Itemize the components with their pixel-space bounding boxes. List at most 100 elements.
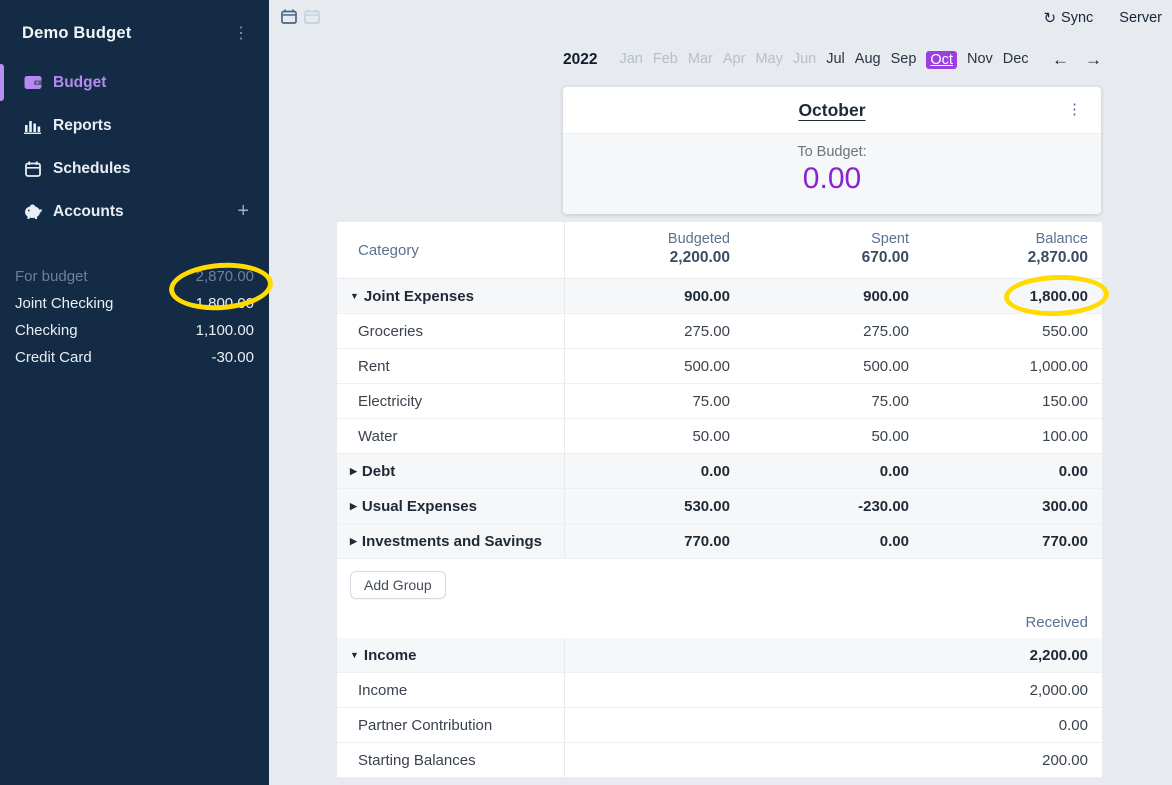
month-jun[interactable]: Jun [793,51,816,69]
piggy-bank-icon [23,203,42,221]
month-oct-selected[interactable]: Oct [926,51,957,69]
budget-table: Category Budgeted 2,200.00 Spent 670.00 … [337,222,1102,778]
add-group-button[interactable]: Add Group [350,571,446,599]
month-card-kebab-icon[interactable]: ⋮ [1067,100,1082,118]
month-jan[interactable]: Jan [619,51,642,69]
column-label: Balance [923,231,1088,247]
column-total: 2,200.00 [565,249,730,267]
budgeted-cell[interactable]: 530.00 [565,489,744,523]
received-header: Received [1025,614,1088,631]
sidebar-item-label: Budget [53,74,106,92]
chevron-down-icon[interactable]: ▼ [350,650,359,660]
budgeted-cell[interactable]: 75.00 [565,384,744,418]
month-mar[interactable]: Mar [688,51,713,69]
sidebar-item-budget[interactable]: Budget [0,61,269,104]
category-row-groceries[interactable]: Groceries 275.00 275.00 550.00 [337,314,1102,349]
group-row-income[interactable]: ▼ Income 2,200.00 [337,638,1102,673]
month-nov[interactable]: Nov [967,51,993,69]
group-name: Investments and Savings [362,533,542,550]
month-jul[interactable]: Jul [826,51,845,69]
calendar-two-months-icon[interactable] [304,9,320,24]
sidebar: Demo Budget ⋮ Budget Reports Schedules A… [0,0,269,785]
group-row-usual-expenses[interactable]: ▶Usual Expenses 530.00 -230.00 300.00 [337,489,1102,524]
server-button[interactable]: Server [1119,10,1162,26]
month-may[interactable]: May [755,51,782,69]
month-nav-arrows: ← → [1052,50,1102,70]
chevron-right-icon[interactable]: ▶ [350,536,357,547]
month-selector: 2022 Jan Feb Mar Apr May Jun Jul Aug Sep… [563,47,1102,73]
account-row-joint-checking[interactable]: Joint Checking 1,800.00 [0,290,269,317]
to-budget-value[interactable]: 0.00 [563,162,1101,196]
balance-cell: 0.00 [923,454,1102,488]
next-month-arrow-icon[interactable]: → [1085,50,1102,70]
received-cell: 0.00 [923,708,1102,742]
month-dec[interactable]: Dec [1003,51,1029,69]
balance-cell: 150.00 [923,384,1102,418]
month-card-header: October ⋮ [563,87,1101,133]
group-row-investments-and-savings[interactable]: ▶Investments and Savings 770.00 0.00 770… [337,524,1102,559]
category-name: Income [358,682,407,699]
sync-button[interactable]: ↻ Sync [1043,9,1093,27]
sidebar-item-reports[interactable]: Reports [0,104,269,147]
sidebar-item-accounts[interactable]: Accounts + [0,190,269,233]
prev-month-arrow-icon[interactable]: ← [1052,50,1069,70]
category-row-starting-balances[interactable]: Starting Balances 200.00 [337,743,1102,778]
group-name: Income [364,647,417,664]
balance-cell: 770.00 [923,524,1102,558]
sidebar-item-schedules[interactable]: Schedules [0,147,269,190]
budget-file-title[interactable]: Demo Budget [22,24,131,43]
received-cell: 2,200.00 [923,638,1102,672]
chevron-right-icon[interactable]: ▶ [350,501,357,512]
category-name: Electricity [358,393,422,410]
table-gap-section: Add Group Received [337,559,1102,638]
group-row-joint-expenses[interactable]: ▼ Joint Expenses 900.00 900.00 1,800.00 [337,279,1102,314]
chevron-right-icon[interactable]: ▶ [350,466,357,477]
budgeted-cell[interactable]: 50.00 [565,419,744,453]
account-row-checking[interactable]: Checking 1,100.00 [0,317,269,344]
month-card-title[interactable]: October [798,100,865,121]
spent-cell: 75.00 [744,384,923,418]
account-balance: 2,870.00 [196,268,254,285]
budgeted-cell[interactable]: 0.00 [565,454,744,488]
to-budget-label: To Budget: [563,144,1101,160]
category-header: Category [337,222,565,278]
received-cell: 2,000.00 [923,673,1102,707]
spent-cell: 900.00 [744,279,923,313]
budgeted-cell[interactable]: 900.00 [565,279,744,313]
month-apr[interactable]: Apr [723,51,746,69]
spent-cell: 500.00 [744,349,923,383]
month-sep[interactable]: Sep [891,51,917,69]
add-account-icon[interactable]: + [237,200,249,223]
account-row-for-budget[interactable]: For budget 2,870.00 [0,263,269,290]
calendar-one-month-icon[interactable] [281,9,297,24]
balance-cell: 550.00 [923,314,1102,348]
category-row-electricity[interactable]: Electricity 75.00 75.00 150.00 [337,384,1102,419]
chevron-down-icon[interactable]: ▼ [350,291,359,301]
calendar-icon [23,160,42,178]
category-row-partner-contribution[interactable]: Partner Contribution 0.00 [337,708,1102,743]
column-total: 670.00 [744,249,909,267]
category-row-water[interactable]: Water 50.00 50.00 100.00 [337,419,1102,454]
budgeted-cell[interactable]: 275.00 [565,314,744,348]
topbar-right: ↻ Sync Server [1043,9,1162,27]
category-row-income[interactable]: Income 2,000.00 [337,673,1102,708]
group-name: Joint Expenses [364,288,474,305]
sidebar-item-label: Accounts [53,203,124,221]
balance-cell: 1,800.00 [923,279,1102,313]
sidebar-menu-kebab-icon[interactable]: ⋮ [233,26,249,42]
category-name: Rent [358,358,390,375]
group-name: Usual Expenses [362,498,477,515]
group-row-debt[interactable]: ▶Debt 0.00 0.00 0.00 [337,454,1102,489]
spent-cell: 275.00 [744,314,923,348]
balance-cell: 300.00 [923,489,1102,523]
column-label: Budgeted [565,231,730,247]
month-aug[interactable]: Aug [855,51,881,69]
month-feb[interactable]: Feb [653,51,678,69]
budgeted-cell[interactable]: 500.00 [565,349,744,383]
spent-cell: 0.00 [744,454,923,488]
budgeted-cell[interactable]: 770.00 [565,524,744,558]
spent-cell: 50.00 [744,419,923,453]
account-row-credit-card[interactable]: Credit Card -30.00 [0,344,269,371]
account-balance: 1,100.00 [196,322,254,339]
category-row-rent[interactable]: Rent 500.00 500.00 1,000.00 [337,349,1102,384]
